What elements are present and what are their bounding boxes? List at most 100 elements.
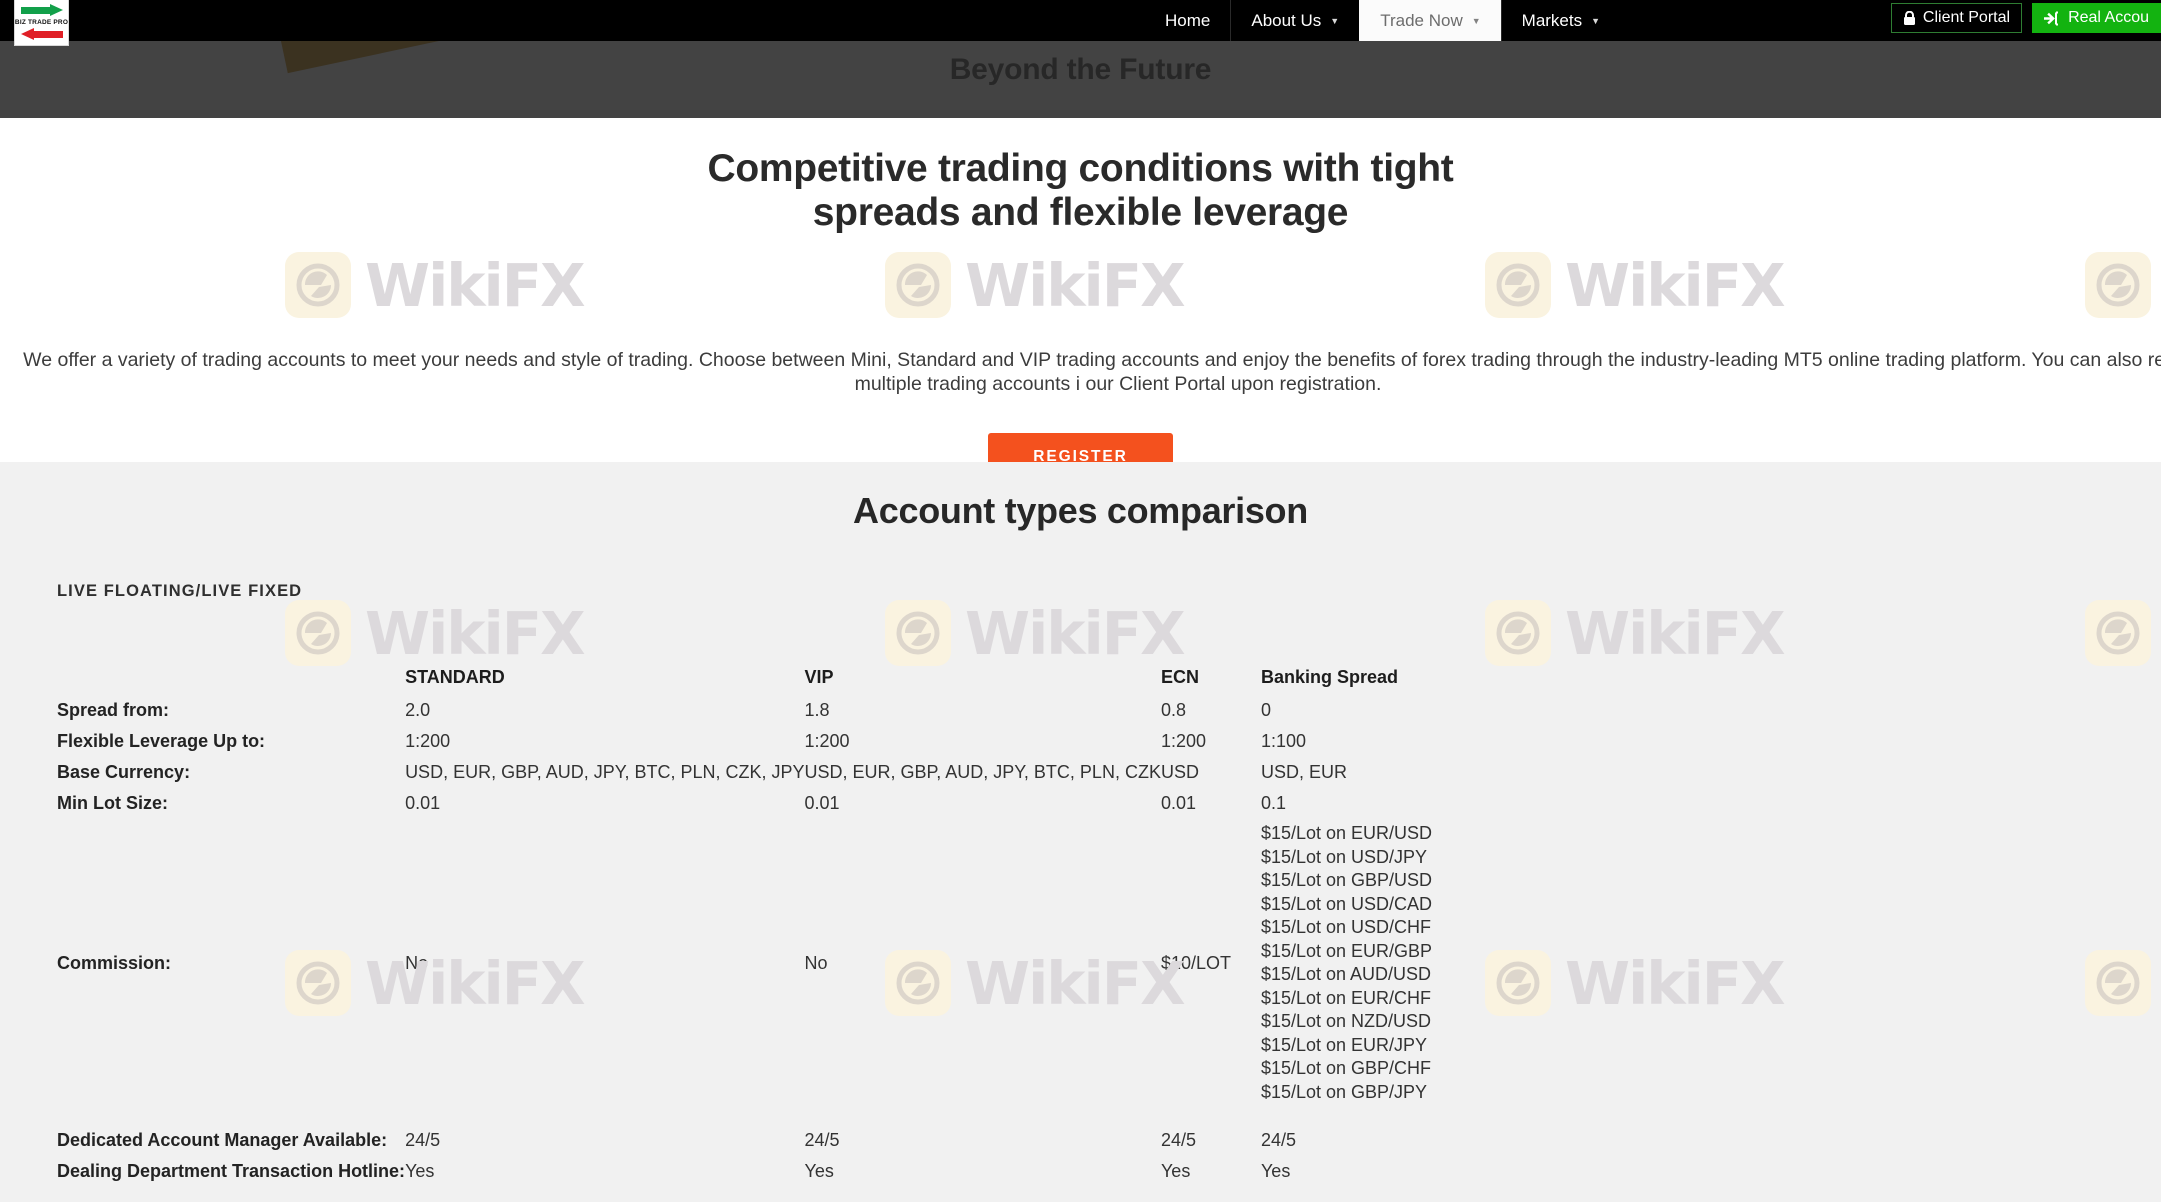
column-header-banking-spread: Banking Spread	[1261, 667, 1557, 698]
cell-vip: 1.8	[805, 698, 1161, 729]
cell-standard: 2.0	[405, 698, 804, 729]
cell-ecn: 0.01	[1161, 791, 1261, 822]
chevron-down-icon: ▼	[1472, 17, 1481, 26]
cell-banking: 0.1	[1261, 791, 1557, 822]
table-row: Min Lot Size: 0.01 0.01 0.01 0.1	[57, 791, 1557, 822]
site-logo[interactable]: BIZ TRADE PRO	[14, 0, 69, 46]
column-header-vip: VIP	[805, 667, 1161, 698]
cell-vip: No	[805, 822, 1161, 1110]
cell-ecn: 1:200	[1161, 729, 1261, 760]
column-header-blank	[57, 667, 405, 698]
row-label: Base Currency:	[57, 760, 405, 791]
row-label: Commission:	[57, 822, 405, 1110]
hero-band: Beyond the Future	[0, 41, 2161, 118]
table-row: Flexible Leverage Up to: 1:200 1:200 1:2…	[57, 729, 1557, 760]
page-root: WikiFX WikiFX WikiFX	[0, 0, 2161, 1202]
table-caption: LIVE FLOATING/LIVE FIXED	[57, 582, 1557, 667]
commission-list-item: $15/Lot on USD/CHF	[1261, 916, 1557, 940]
page-title: Competitive trading conditions with tigh…	[0, 147, 2161, 235]
table-row: Dedicated Account Manager Available: 24/…	[57, 1128, 1557, 1159]
comparison-heading: Account types comparison	[0, 490, 2161, 532]
comparison-section: Account types comparison LIVE FLOATING/L…	[0, 462, 2161, 1202]
commission-list-item: $15/Lot on EUR/USD	[1261, 822, 1557, 846]
register-button[interactable]: REGISTER	[988, 433, 1172, 462]
cell-ecn: $10/LOT	[1161, 822, 1261, 1110]
column-header-ecn: ECN	[1161, 667, 1261, 698]
nav-item-home[interactable]: Home	[1145, 0, 1230, 41]
commission-list: $15/Lot on EUR/USD$15/Lot on USD/JPY$15/…	[1261, 822, 1557, 1104]
register-button-wrap: REGISTER	[0, 433, 2161, 462]
cell-banking: 24/5	[1261, 1128, 1557, 1159]
cell-ecn: Yes	[1161, 1159, 1261, 1190]
nav-item-label: Home	[1165, 11, 1210, 31]
row-label: Flexible Leverage Up to:	[57, 729, 405, 760]
page-title-line1: Competitive trading conditions with tigh…	[0, 147, 2161, 191]
table-row: Dealing Department Transaction Hotline: …	[57, 1159, 1557, 1190]
table-row: Spread from: 2.0 1.8 0.8 0	[57, 698, 1557, 729]
chevron-down-icon: ▼	[1591, 17, 1600, 26]
cell-ecn: USD	[1161, 760, 1261, 791]
logo-green-arrow-icon	[21, 4, 63, 17]
real-account-label: Real Accou	[2068, 9, 2149, 27]
chevron-down-icon: ▼	[1330, 17, 1339, 26]
cell-ecn: 0.8	[1161, 698, 1261, 729]
nav-item-label: About Us	[1251, 11, 1321, 31]
cell-vip: 1:200	[805, 729, 1161, 760]
lock-icon	[1903, 11, 1916, 26]
row-label: Min Lot Size:	[57, 791, 405, 822]
logo-red-arrow-icon	[21, 28, 63, 41]
cell-banking-commission-list: $15/Lot on EUR/USD$15/Lot on USD/JPY$15/…	[1261, 822, 1557, 1110]
sign-in-arrow-icon	[2044, 11, 2060, 26]
table-header-row: STANDARD VIP ECN Banking Spread	[57, 667, 1557, 698]
cell-vip: 24/5	[805, 1128, 1161, 1159]
table-row: Base Currency: USD, EUR, GBP, AUD, JPY, …	[57, 760, 1557, 791]
commission-list-item: $15/Lot on EUR/GBP	[1261, 940, 1557, 964]
logo-text: BIZ TRADE PRO	[15, 18, 68, 27]
client-portal-button[interactable]: Client Portal	[1891, 3, 2022, 33]
client-portal-label: Client Portal	[1923, 9, 2010, 27]
intro-section: Competitive trading conditions with tigh…	[0, 118, 2161, 462]
commission-list-item: $15/Lot on GBP/CHF	[1261, 1057, 1557, 1081]
intro-paragraph: We offer a variety of trading accounts t…	[18, 348, 2161, 396]
cell-banking: 1:100	[1261, 729, 1557, 760]
intro-paragraph-text-line2: our Client Portal upon registration.	[1085, 373, 1381, 395]
main-menu: Home About Us ▼ Trade Now ▼ Markets ▼	[1145, 0, 1620, 41]
table-spacer	[57, 1110, 1557, 1128]
commission-list-item: $15/Lot on NZD/USD	[1261, 1010, 1557, 1034]
real-account-button[interactable]: Real Accou	[2032, 3, 2161, 33]
nav-item-label: Trade Now	[1380, 11, 1463, 31]
cell-vip: 0.01	[805, 791, 1161, 822]
cell-standard: 1:200	[405, 729, 804, 760]
column-header-standard: STANDARD	[405, 667, 804, 698]
cell-standard: Yes	[405, 1159, 804, 1190]
cell-ecn: 24/5	[1161, 1128, 1261, 1159]
cell-standard: 24/5	[405, 1128, 804, 1159]
cell-vip: Yes	[805, 1159, 1161, 1190]
cell-standard: 0.01	[405, 791, 804, 822]
row-label: Dedicated Account Manager Available:	[57, 1128, 405, 1159]
nav-item-markets[interactable]: Markets ▼	[1501, 0, 1620, 41]
cell-banking: USD, EUR	[1261, 760, 1557, 791]
row-label: Dealing Department Transaction Hotline:	[57, 1159, 405, 1190]
nav-item-label: Markets	[1522, 11, 1582, 31]
top-navigation-bar: BIZ TRADE PRO Home About Us ▼ Trade Now …	[0, 0, 2161, 41]
cell-banking: 0	[1261, 698, 1557, 729]
nav-actions: Client Portal Real Accou	[1891, 3, 2161, 33]
comparison-table-wrap: LIVE FLOATING/LIVE FIXED STANDARD VIP EC…	[57, 582, 1557, 1190]
page-title-line2: spreads and flexible leverage	[0, 191, 2161, 235]
nav-item-about-us[interactable]: About Us ▼	[1230, 0, 1359, 41]
row-label: Spread from:	[57, 698, 405, 729]
table-row-commission: Commission: No No $10/LOT $15/Lot on EUR…	[57, 822, 1557, 1110]
commission-list-item: $15/Lot on GBP/USD	[1261, 869, 1557, 893]
hero-title: Beyond the Future	[0, 53, 2161, 87]
commission-list-item: $15/Lot on EUR/JPY	[1261, 1034, 1557, 1058]
commission-list-item: $15/Lot on GBP/JPY	[1261, 1081, 1557, 1105]
comparison-table: STANDARD VIP ECN Banking Spread Spread f…	[57, 667, 1557, 1190]
cell-standard: USD, EUR, GBP, AUD, JPY, BTC, PLN, CZK, …	[405, 760, 804, 791]
commission-list-item: $15/Lot on AUD/USD	[1261, 963, 1557, 987]
cell-vip: USD, EUR, GBP, AUD, JPY, BTC, PLN, CZK	[805, 760, 1161, 791]
commission-list-item: $15/Lot on EUR/CHF	[1261, 987, 1557, 1011]
cell-standard: No	[405, 822, 804, 1110]
commission-list-item: $15/Lot on USD/JPY	[1261, 846, 1557, 870]
nav-item-trade-now[interactable]: Trade Now ▼	[1359, 0, 1500, 41]
